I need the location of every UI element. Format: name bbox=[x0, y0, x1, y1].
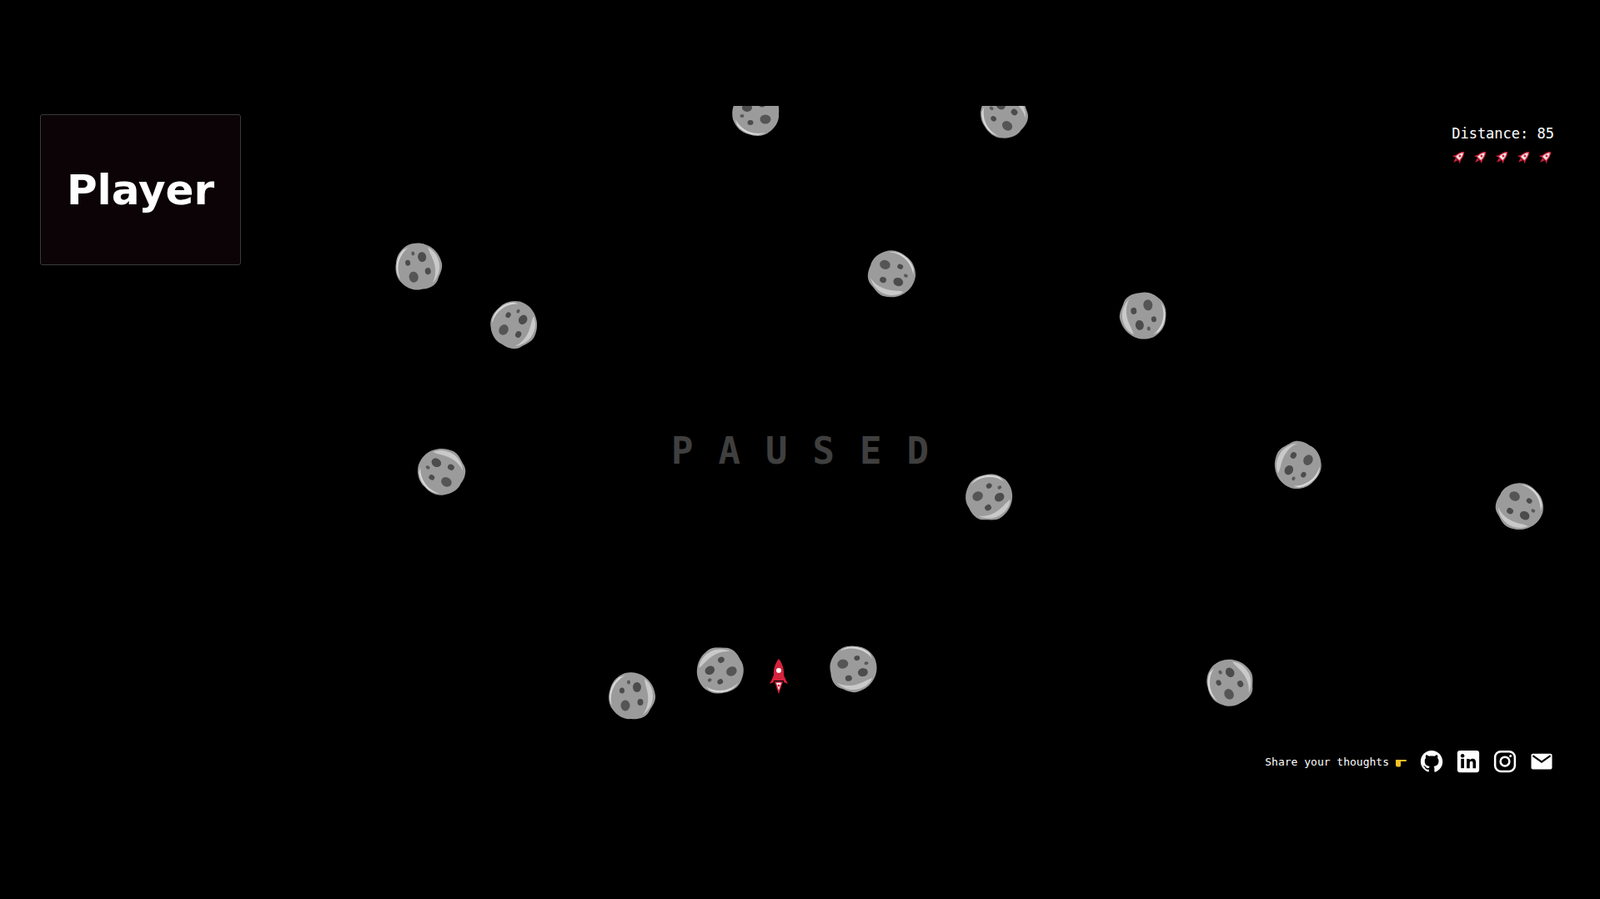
asteroid bbox=[857, 240, 927, 309]
asteroid-icon bbox=[682, 633, 756, 707]
life-rocket-icon bbox=[1535, 148, 1555, 167]
player-text: Player bbox=[66, 165, 215, 215]
asteroid bbox=[966, 105, 1042, 152]
asteroid bbox=[605, 668, 659, 723]
asteroid-icon bbox=[477, 287, 551, 361]
rocket-icon bbox=[767, 657, 790, 696]
life-rocket-icon bbox=[1449, 148, 1468, 167]
asteroid bbox=[1193, 645, 1266, 718]
player-label: Player bbox=[40, 114, 241, 266]
asteroid bbox=[682, 633, 756, 707]
asteroid-icon bbox=[605, 668, 659, 723]
asteroid bbox=[952, 460, 1026, 533]
asteroid bbox=[1483, 470, 1556, 543]
asteroid bbox=[1112, 285, 1174, 347]
distance-readout: Distance: 85 bbox=[1451, 125, 1555, 142]
footer: Share your thoughts bbox=[1264, 748, 1555, 774]
github-icon[interactable] bbox=[1419, 748, 1445, 774]
asteroid bbox=[728, 105, 783, 140]
asteroid-icon bbox=[1193, 645, 1266, 718]
asteroid-icon bbox=[404, 434, 477, 507]
asteroid-icon bbox=[857, 240, 927, 309]
pause-overlay: PAUSED bbox=[0, 429, 1600, 472]
asteroid-icon bbox=[966, 105, 1042, 152]
asteroid-icon bbox=[952, 460, 1026, 533]
life-rocket-icon bbox=[1470, 148, 1490, 167]
asteroid-icon bbox=[822, 637, 885, 700]
instagram-icon[interactable] bbox=[1492, 748, 1518, 774]
mail-icon[interactable] bbox=[1529, 748, 1555, 774]
asteroid-icon bbox=[728, 105, 783, 140]
asteroid-icon bbox=[1112, 285, 1174, 347]
life-rocket-icon bbox=[1514, 148, 1533, 167]
share-text: Share your thoughts bbox=[1264, 755, 1390, 768]
asteroid bbox=[1260, 428, 1334, 502]
asteroid bbox=[822, 637, 885, 700]
hud: Distance: 85 bbox=[1449, 125, 1555, 167]
paused-text: PAUSED bbox=[646, 429, 954, 472]
life-rocket-icon bbox=[1492, 148, 1511, 167]
lives bbox=[1449, 148, 1555, 167]
player-ship[interactable] bbox=[767, 657, 790, 696]
asteroid bbox=[387, 235, 450, 297]
asteroid-icon bbox=[387, 235, 450, 297]
asteroid-icon bbox=[1483, 470, 1556, 543]
asteroid-icon bbox=[1260, 428, 1334, 502]
linkedin-icon[interactable] bbox=[1455, 748, 1481, 774]
asteroid bbox=[404, 434, 477, 507]
share-prompt: Share your thoughts bbox=[1264, 754, 1408, 768]
asteroid bbox=[477, 287, 551, 361]
pointing-hand-icon bbox=[1394, 754, 1408, 768]
